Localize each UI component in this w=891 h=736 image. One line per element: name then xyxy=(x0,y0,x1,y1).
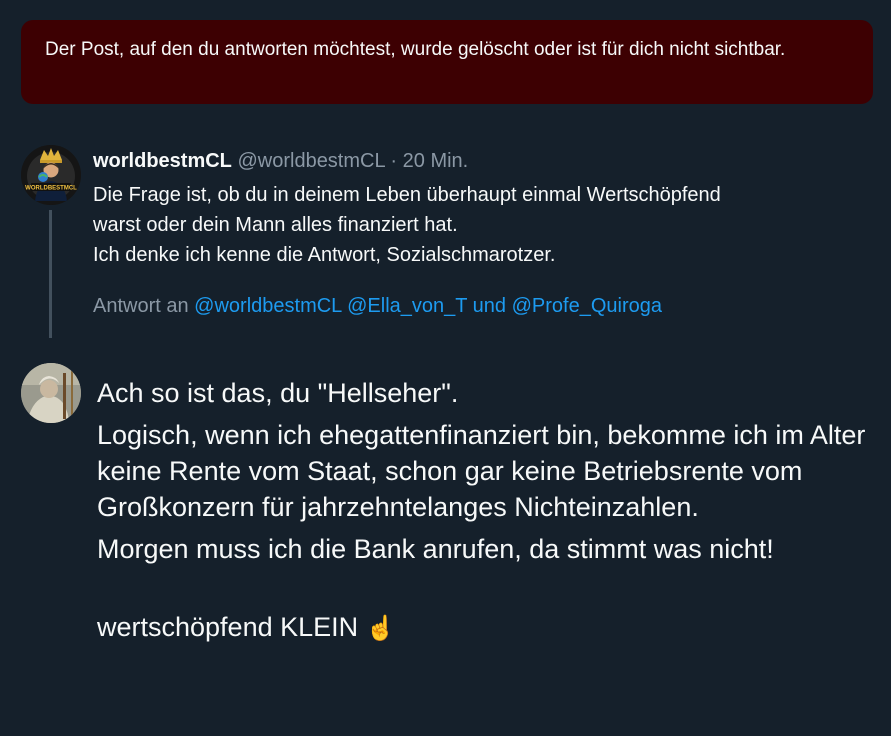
compose-paragraph: Morgen muss ich die Bank anrufen, da sti… xyxy=(97,534,774,564)
user-avatar[interactable] xyxy=(21,363,81,423)
parent-post-line: warst oder dein Mann alles finanziert ha… xyxy=(93,214,458,236)
parent-post-line: Ich denke ich kenne die Antwort, Sozials… xyxy=(93,244,556,266)
notice-text: Der Post, auf den du antworten möchtest,… xyxy=(45,39,786,60)
replying-to: Antwort an @worldbestmCL @Ella_von_T und… xyxy=(93,292,662,320)
mention-link[interactable]: @worldbestmCL xyxy=(194,295,341,317)
replying-to-and: und xyxy=(467,295,512,317)
compose-paragraph: Ach so ist das, du "Hellseher". xyxy=(97,378,459,408)
avatar-badge-text: WORLDBESTMCL xyxy=(25,186,77,192)
mention-link[interactable]: @Profe_Quiroga xyxy=(512,295,662,317)
header-separator: · xyxy=(384,150,403,172)
compose-last-text: wertschöpfend KLEIN xyxy=(97,612,359,642)
parent-post-line: Die Frage ist, ob du in deinem Leben übe… xyxy=(93,184,721,206)
user-photo-icon xyxy=(21,363,81,423)
thread-line xyxy=(49,210,52,338)
compose-textarea[interactable]: Ach so ist das, du "Hellseher". Logisch,… xyxy=(97,375,882,653)
parent-post-text: Die Frage ist, ob du in deinem Leben übe… xyxy=(93,180,863,270)
crowned-mascot-icon: WORLDBESTMCL xyxy=(21,145,81,205)
author-display-name[interactable]: worldbestmCL xyxy=(93,150,232,172)
parent-post-header: worldbestmCL @worldbestmCL · 20 Min. xyxy=(93,148,468,174)
compose-paragraph: Logisch, wenn ich ehegattenfinanziert bi… xyxy=(97,420,866,522)
deleted-post-notice: Der Post, auf den du antworten möchtest,… xyxy=(21,20,873,104)
pointing-up-emoji-icon: ☝ xyxy=(365,615,396,642)
replying-to-prefix: Antwort an xyxy=(93,295,195,317)
author-handle[interactable]: @worldbestmCL xyxy=(237,150,384,172)
compose-last-line: wertschöpfend KLEIN ☝ xyxy=(97,609,882,647)
post-timestamp[interactable]: 20 Min. xyxy=(403,150,469,172)
mention-link[interactable]: @Ella_von_T xyxy=(347,295,467,317)
parent-author-avatar[interactable]: WORLDBESTMCL xyxy=(21,145,81,205)
